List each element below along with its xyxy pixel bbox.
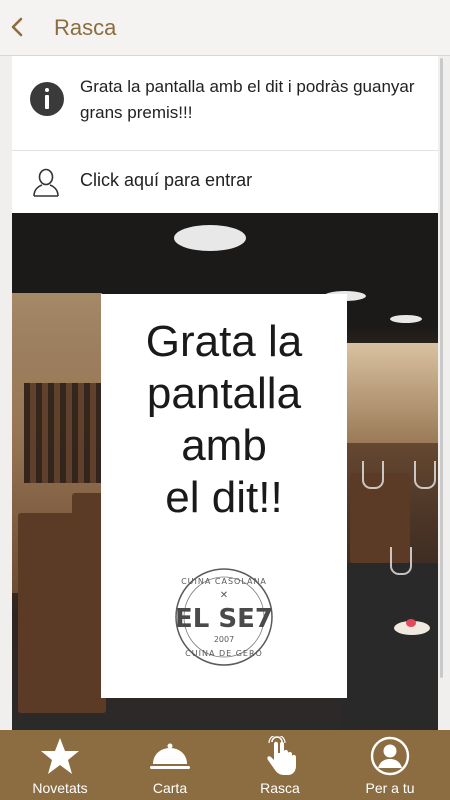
scratch-message: Grata la pantalla amb el dit!! (145, 317, 303, 522)
info-icon (30, 82, 64, 116)
background-wall (342, 343, 438, 443)
user-circle-icon (370, 736, 410, 776)
svg-text:EL SE7: EL SE7 (175, 604, 273, 634)
ceiling-light (174, 225, 246, 251)
ceiling-light (390, 315, 422, 323)
bottom-tab-bar: Novetats Carta Rasca Per a tu (0, 730, 450, 800)
scrollbar[interactable] (440, 58, 443, 678)
tab-novetats[interactable]: Novetats (4, 730, 116, 800)
info-row: Grata la pantalla amb el dit i podràs gu… (12, 56, 438, 151)
app-header: Rasca (0, 0, 450, 56)
info-text: Grata la pantalla amb el dit i podràs gu… (80, 77, 415, 122)
wine-rack (24, 383, 104, 483)
restaurant-logo: CUINA CASOLANA ✕ EL SE7 2007 CUINA DE GE… (175, 568, 273, 666)
wine-glass (362, 461, 384, 489)
tab-carta[interactable]: Carta (114, 730, 226, 800)
candle-flame (406, 619, 416, 627)
scratch-card-area[interactable]: Grata la pantalla amb el dit!! CUINA CAS… (12, 213, 438, 730)
content-panel: Grata la pantalla amb el dit i podràs gu… (12, 56, 438, 730)
scratch-overlay-card[interactable]: Grata la pantalla amb el dit!! CUINA CAS… (101, 294, 347, 698)
hand-pointer-icon (267, 736, 296, 775)
wine-glass (414, 461, 436, 489)
star-icon (41, 738, 79, 774)
svg-text:CUINA CASOLANA: CUINA CASOLANA (181, 577, 267, 586)
cloche-icon (150, 743, 190, 769)
tab-per-a-tu[interactable]: Per a tu (334, 730, 446, 800)
svg-text:2007: 2007 (214, 635, 234, 644)
svg-text:✕: ✕ (220, 590, 228, 601)
table (342, 563, 438, 730)
wine-glass (390, 547, 412, 575)
page-title: Rasca (54, 15, 117, 40)
svg-text:CUINA DE GERO: CUINA DE GERO (185, 649, 263, 658)
tab-rasca[interactable]: Rasca (224, 730, 336, 800)
back-arrow-icon[interactable] (4, 12, 34, 42)
login-link[interactable]: Click aquí para entrar (80, 170, 252, 191)
user-outline-icon (33, 168, 59, 197)
